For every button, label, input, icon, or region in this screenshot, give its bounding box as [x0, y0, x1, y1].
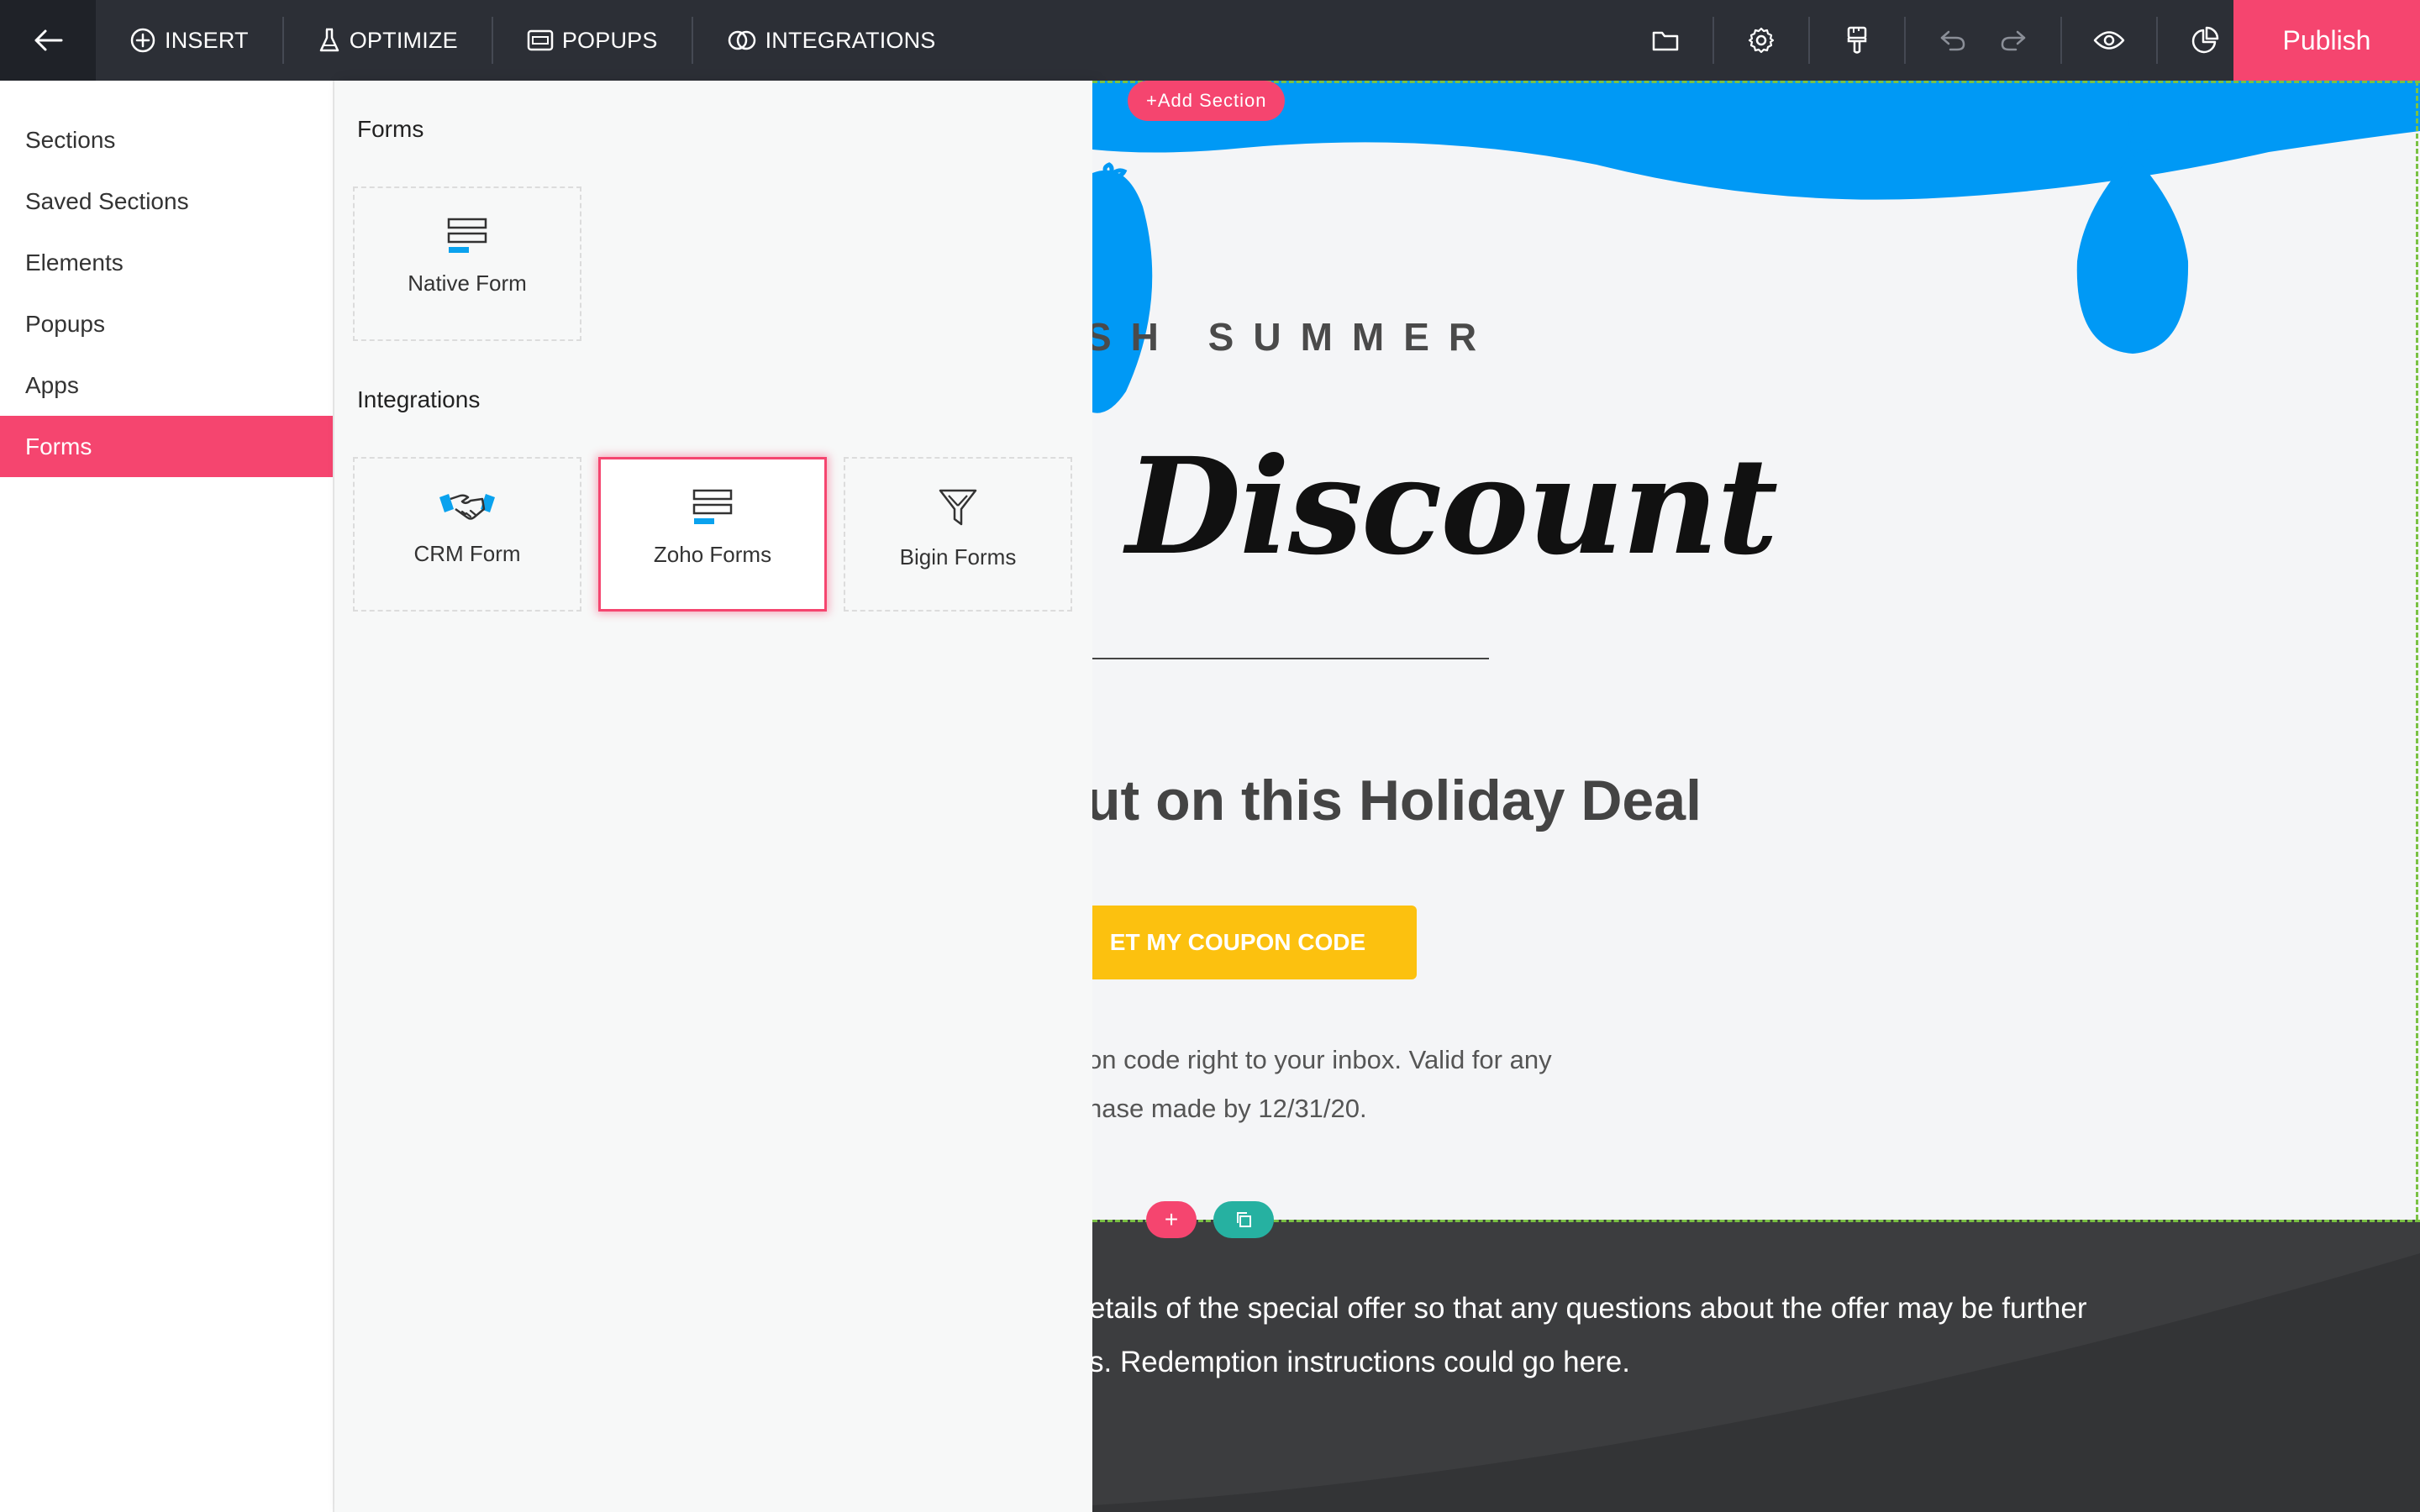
native-form-card[interactable]: Native Form	[353, 186, 581, 341]
details-section[interactable]: etails of the special offer so that any …	[1092, 1220, 2420, 1512]
hero-headline[interactable]: ut on this Holiday Deal	[1092, 768, 1702, 833]
bigin-forms-card[interactable]: Bigin Forms	[844, 457, 1072, 612]
integrations-heading: Integrations	[357, 386, 481, 412]
popups-menu[interactable]: POPUPS	[493, 0, 692, 81]
divider	[1904, 17, 1906, 64]
divider	[2060, 17, 2062, 64]
folder-icon	[1652, 31, 1679, 51]
analytics-pie-icon	[2191, 26, 2219, 54]
zoho-forms-card[interactable]: Zoho Forms	[598, 457, 827, 612]
form-fields-icon	[447, 218, 487, 253]
zoho-forms-label: Zoho Forms	[653, 542, 772, 567]
integrations-label: INTEGRATIONS	[765, 27, 936, 53]
divider	[2156, 17, 2158, 64]
flask-icon	[319, 28, 339, 52]
hero-section[interactable]: +Add Section SH SUMMER Discount ut on th…	[1092, 81, 2420, 1220]
hero-body-line[interactable]: hase made by 12/31/20.	[1092, 1094, 1367, 1124]
insert-label: INSERT	[165, 27, 249, 53]
popups-label: POPUPS	[561, 27, 658, 53]
preview-eye-icon	[2093, 31, 2125, 50]
sidebar-item-elements[interactable]: Elements	[0, 232, 333, 293]
settings-button[interactable]	[1731, 0, 1791, 81]
hero-body-line[interactable]: on code right to your inbox. Valid for a…	[1092, 1045, 1552, 1075]
settings-gear-icon	[1748, 27, 1775, 54]
publish-button[interactable]: Publish	[2233, 0, 2420, 81]
copy-icon	[1237, 1212, 1251, 1227]
funnel-icon	[939, 489, 977, 526]
hero-title[interactable]: Discount	[1126, 429, 1778, 585]
form-fields-icon	[692, 489, 733, 524]
duplicate-section-button[interactable]	[1213, 1201, 1274, 1238]
theme-button[interactable]	[1827, 0, 1887, 81]
sidebar-item-forms[interactable]: Forms	[0, 416, 333, 477]
coupon-cta-button[interactable]: ET MY COUPON CODE	[1092, 906, 1417, 979]
add-row-button[interactable]: +	[1146, 1201, 1197, 1238]
page-canvas[interactable]: +Add Section SH SUMMER Discount ut on th…	[1092, 81, 2420, 1512]
optimize-menu[interactable]: OPTIMIZE	[284, 0, 492, 81]
paint-brush-icon	[1847, 26, 1867, 54]
bigin-forms-label: Bigin Forms	[899, 544, 1017, 570]
native-form-label: Native Form	[408, 270, 527, 296]
insert-menu[interactable]: INSERT	[96, 0, 282, 81]
preview-button[interactable]	[2079, 0, 2139, 81]
integrations-menu[interactable]: INTEGRATIONS	[693, 0, 970, 81]
popup-window-icon	[527, 29, 554, 51]
redo-button[interactable]	[1983, 0, 2044, 81]
optimize-label: OPTIMIZE	[349, 27, 458, 53]
redo-icon	[2001, 30, 2026, 51]
tool-group	[1635, 0, 2235, 81]
top-toolbar: INSERT OPTIMIZE POPUPS INTEGRATIONS Publ…	[0, 0, 2420, 81]
undo-icon	[1940, 30, 1965, 51]
analytics-button[interactable]	[2175, 0, 2235, 81]
sidebar-item-apps[interactable]: Apps	[0, 354, 333, 416]
sidebar-item-sections[interactable]: Sections	[0, 109, 333, 171]
arrow-left-icon	[34, 29, 63, 51]
crm-form-card[interactable]: CRM Form	[353, 457, 581, 612]
divider-line	[1092, 658, 1489, 659]
section-outline	[1092, 1220, 2420, 1222]
back-button[interactable]	[0, 0, 96, 81]
sidebar: Sections Saved Sections Elements Popups …	[0, 81, 334, 1512]
link-rings-icon	[728, 30, 755, 50]
undo-button[interactable]	[1923, 0, 1983, 81]
handshake-icon	[439, 494, 495, 520]
details-text-line[interactable]: s. Redemption instructions could go here…	[1092, 1346, 1630, 1379]
main-nav: INSERT OPTIMIZE POPUPS INTEGRATIONS	[96, 0, 970, 81]
forms-panel: Forms Native Form Integrations CRM Form …	[334, 81, 1092, 1512]
divider	[1808, 17, 1810, 64]
section-outline	[2416, 81, 2418, 1220]
forms-heading: Forms	[357, 116, 424, 142]
divider	[1712, 17, 1714, 64]
crm-form-label: CRM Form	[413, 541, 521, 566]
sidebar-item-popups[interactable]: Popups	[0, 293, 333, 354]
sidebar-item-saved-sections[interactable]: Saved Sections	[0, 171, 333, 232]
details-text-line[interactable]: etails of the special offer so that any …	[1092, 1292, 2087, 1326]
hero-kicker[interactable]: SH SUMMER	[1092, 314, 1496, 360]
files-button[interactable]	[1635, 0, 1696, 81]
plus-circle-icon	[130, 28, 155, 53]
section-outline	[1092, 81, 2420, 83]
add-section-button[interactable]: +Add Section	[1128, 81, 1286, 121]
